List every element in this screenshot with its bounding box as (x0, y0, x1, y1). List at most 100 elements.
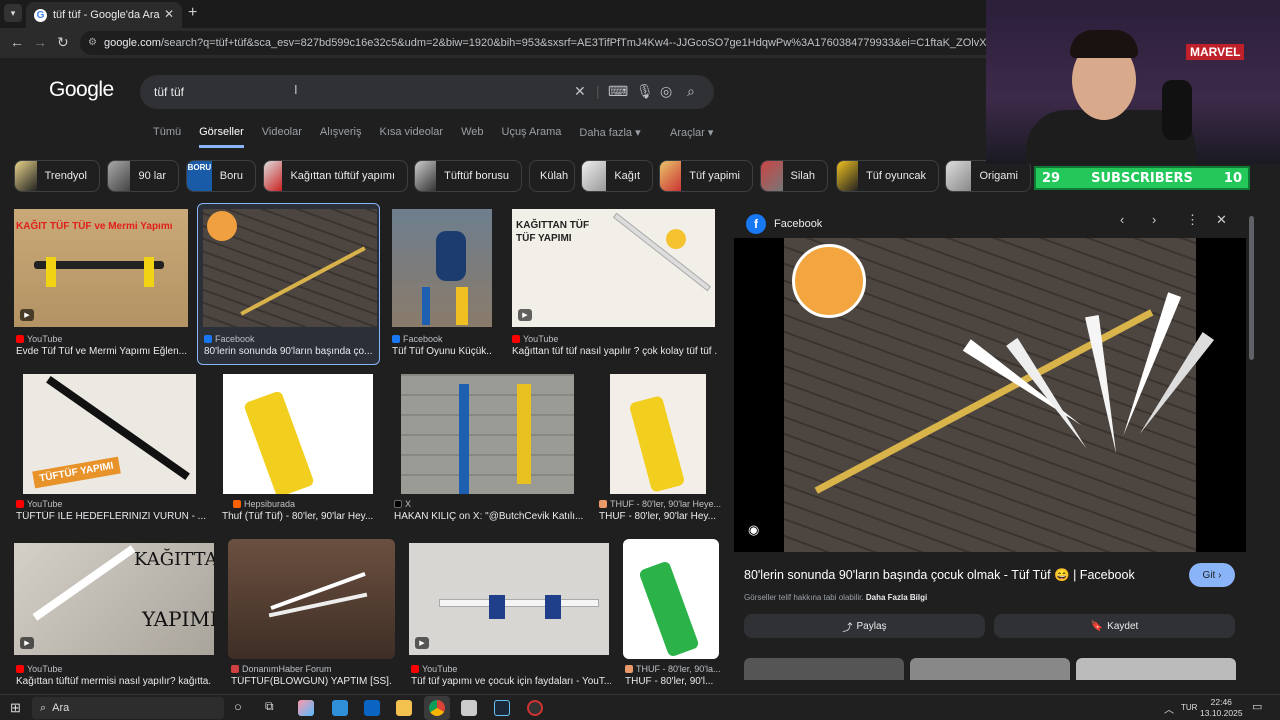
tab-more[interactable]: Daha fazla ▾ (579, 126, 640, 148)
result-source-8[interactable]: THUF - 80'ler, 90'lar Heye... (599, 499, 721, 509)
result-source-6[interactable]: Hepsiburada (233, 499, 295, 509)
next-icon[interactable]: › (1152, 212, 1156, 227)
share-button[interactable]: ⤴ Paylaş (744, 614, 985, 638)
chip-tuftuf-borusu[interactable]: Tüftüf borusu (414, 160, 522, 192)
input-language[interactable]: TUR (1181, 703, 1197, 712)
tab-web[interactable]: Web (461, 126, 483, 148)
chip-kagittan-tuftuf[interactable]: Kağıttan tüftüf yapımı (263, 160, 408, 192)
result-caption-12[interactable]: THUF - 80'ler, 90'l... (625, 676, 719, 687)
close-tab-icon[interactable]: ✕ (164, 7, 174, 21)
cortana-icon[interactable]: ○ (234, 699, 242, 714)
keyboard-icon[interactable]: ⌨ (608, 83, 628, 100)
more-info-link[interactable]: Daha Fazla Bilgi (866, 593, 927, 602)
result-caption-11[interactable]: Tüf tüf yapımı ve çocuk için faydaları -… (411, 676, 611, 687)
result-image-4[interactable]: KAĞITTAN TÜF TÜF YAPIMI ▶ (512, 209, 715, 327)
search-box[interactable]: tüf tüf I ✕ | ⌨ 🎙 ◎ ⌕ (140, 75, 714, 109)
outlook-icon[interactable] (364, 700, 380, 716)
result-source-7[interactable]: X (394, 499, 411, 509)
result-image-5[interactable]: TÜFTÜF YAPIMI (23, 374, 196, 494)
result-source-5[interactable]: YouTube (16, 499, 62, 509)
result-caption-3[interactable]: Tüf Tüf Oyunu Küçük... (392, 346, 492, 357)
chip-kagit[interactable]: Kağıt (581, 160, 653, 192)
copilot-icon[interactable] (298, 700, 314, 716)
result-source-4[interactable]: YouTube (512, 334, 558, 344)
tab-short-videos[interactable]: Kısa videolar (379, 126, 443, 148)
result-caption-7[interactable]: HAKAN KILIÇ on X: "@ButchCevik Katılı... (394, 511, 584, 522)
result-caption-6[interactable]: Thuf (Tüf Tüf) - 80'ler, 90'lar Hey... (222, 511, 377, 522)
result-image-7[interactable] (401, 374, 574, 494)
save-button[interactable]: 🔖 Kaydet (994, 614, 1235, 638)
chip-tuf-yapimi[interactable]: Tüf yapimi (659, 160, 753, 192)
search-input[interactable]: tüf tüf (154, 85, 184, 99)
tab-all[interactable]: Tümü (153, 126, 181, 148)
result-caption-1[interactable]: Evde Tüf Tüf ve Mermi Yapımı Eğlen... (16, 346, 188, 357)
previous-icon[interactable]: ‹ (1120, 212, 1124, 227)
chip-tuf-oyuncak[interactable]: Tüf oyuncak (836, 160, 939, 192)
clear-icon[interactable]: ✕ (574, 83, 586, 100)
chip-silah[interactable]: Silah (760, 160, 828, 192)
notification-icon[interactable]: ▭ (1252, 700, 1262, 713)
result-source-11[interactable]: YouTube (411, 664, 457, 674)
start-icon[interactable]: ⊞ (10, 700, 21, 716)
result-source-1[interactable]: YouTube (16, 334, 62, 344)
new-tab-button[interactable]: + (188, 4, 197, 22)
panel-source[interactable]: f Facebook (746, 214, 822, 234)
related-image-3[interactable] (1076, 658, 1236, 680)
result-caption-9[interactable]: Kağıttan tüftüf mermisi nasıl yapılır? k… (16, 676, 212, 687)
more-options-icon[interactable]: ⋮ (1186, 212, 1199, 228)
panel-title[interactable]: 80'lerin sonunda 90'ların başında çocuk … (744, 568, 1135, 583)
result-image-6[interactable] (223, 374, 373, 494)
result-caption-5[interactable]: TÜFTÜF İLE HEDEFLERİNİZİ VURUN - ... (16, 511, 206, 522)
microphone-icon[interactable]: 🎙 (636, 83, 654, 100)
lens-icon[interactable]: ◎ (660, 83, 672, 100)
close-icon[interactable]: ✕ (1216, 212, 1227, 228)
app-icon[interactable] (332, 700, 348, 716)
result-source-9[interactable]: YouTube (16, 664, 62, 674)
back-icon[interactable]: ← (10, 34, 24, 50)
google-logo[interactable]: Google (49, 78, 114, 102)
app-icon-2[interactable] (527, 700, 543, 716)
related-image-1[interactable] (744, 658, 904, 680)
result-image-12[interactable] (623, 539, 719, 659)
task-view-icon[interactable]: ⧉ (265, 699, 274, 714)
panel-scrollbar[interactable] (1249, 216, 1254, 360)
taskbar-search[interactable]: ⌕ Ara (32, 697, 224, 719)
chip-origami[interactable]: Origami (945, 160, 1031, 192)
result-image-8[interactable] (610, 374, 706, 494)
tray-chevron-icon[interactable]: ︿ (1164, 701, 1174, 716)
result-image-10[interactable] (228, 539, 395, 659)
preview-image[interactable]: ◉ (734, 238, 1246, 552)
chip-trendyol[interactable]: Trendyol (14, 160, 100, 192)
result-image-11[interactable]: ▶ (409, 543, 609, 655)
result-source-10[interactable]: DonanımHaber Forum (231, 664, 332, 674)
visit-button[interactable]: Git › (1189, 563, 1235, 587)
related-image-2[interactable] (910, 658, 1070, 680)
tab-flights[interactable]: Uçuş Arama (502, 126, 562, 148)
result-image-3[interactable] (392, 209, 492, 327)
chip-kulah[interactable]: Külah (529, 160, 575, 192)
result-source-12[interactable]: THUF - 80'ler, 90'la... (625, 664, 720, 674)
result-caption-10[interactable]: TÜFTÜF(BLOWGUN) YAPTIM [SS]... (231, 676, 391, 687)
tab-shopping[interactable]: Alışveriş (320, 126, 362, 148)
lens-search-icon[interactable]: ◉ (748, 522, 759, 538)
result-caption-2[interactable]: 80'lerin sonunda 90'ların başında ço... (204, 346, 376, 357)
clock[interactable]: 22:46 13.10.2025 (1200, 697, 1243, 719)
steam-icon[interactable] (494, 700, 510, 716)
search-icon[interactable]: ⌕ (687, 83, 695, 100)
tab-search-icon[interactable]: ▾ (4, 4, 22, 22)
result-image-9[interactable]: KAĞITTAN YAPIMI ▶ (14, 543, 214, 655)
result-caption-8[interactable]: THUF - 80'ler, 90'lar Hey... (599, 511, 717, 522)
tools-button[interactable]: Araçlar ▾ (670, 126, 713, 139)
file-explorer-icon[interactable] (396, 700, 412, 716)
chip-boru[interactable]: BORU Boru (186, 160, 256, 192)
store-icon[interactable] (461, 700, 477, 716)
site-info-icon[interactable]: ⚙ (88, 31, 97, 55)
result-source-2[interactable]: Facebook (204, 334, 255, 344)
chrome-icon[interactable] (429, 700, 445, 716)
browser-tab[interactable]: G tüf tüf - Google'da Ara ✕ (26, 2, 182, 28)
forward-icon[interactable]: → (33, 34, 47, 50)
tab-videos[interactable]: Videolar (262, 126, 302, 148)
chip-90lar[interactable]: 90 lar (107, 160, 179, 192)
result-image-2[interactable] (203, 209, 377, 327)
tab-images[interactable]: Görseller (199, 126, 244, 148)
